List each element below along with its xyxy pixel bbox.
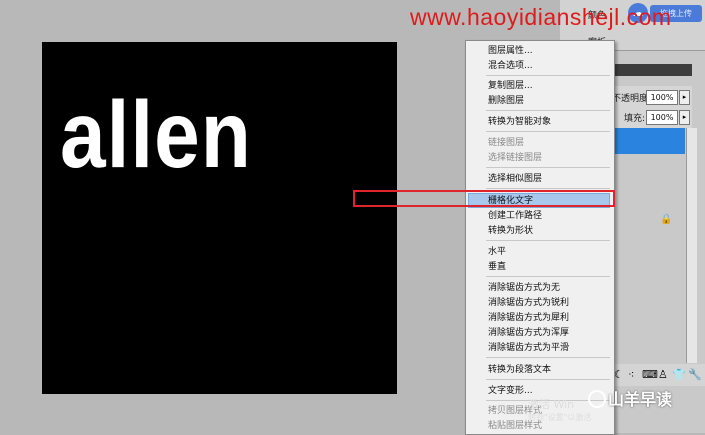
- menu-item-convert-smart-object[interactable]: 转换为智能对象: [488, 115, 551, 129]
- context-menu: 图层属性... 混合选项... 复制图层... 删除图层 转换为智能对象 链接图…: [465, 40, 615, 435]
- menu-item-blending-options[interactable]: 混合选项...: [488, 59, 533, 73]
- menu-separator: [486, 188, 610, 189]
- menu-item-antialias-crisp[interactable]: 消除锯齿方式为犀利: [488, 311, 569, 325]
- menu-item-delete-layer[interactable]: 删除图层: [488, 94, 524, 108]
- menu-item-convert-paragraph-text[interactable]: 转换为段落文本: [488, 363, 551, 377]
- fill-label: 填充:: [624, 114, 646, 124]
- menu-item-warp-text[interactable]: 文字变形...: [488, 384, 533, 398]
- lock-icon: 🔒: [660, 214, 673, 225]
- menu-separator: [486, 357, 610, 358]
- menu-item-antialias-sharp[interactable]: 消除锯齿方式为锐利: [488, 296, 569, 310]
- menu-item-convert-to-shape[interactable]: 转换为形状: [488, 224, 533, 238]
- shirt-icon[interactable]: 👕: [672, 368, 686, 381]
- opacity-arrow-icon[interactable]: ▸: [679, 90, 690, 105]
- dots-icon[interactable]: ⁖: [628, 368, 634, 381]
- menu-separator: [486, 75, 610, 76]
- moon-icon[interactable]: ☾: [614, 368, 624, 381]
- menu-separator: [486, 110, 610, 111]
- menu-item-select-similar-layers[interactable]: 选择相似图层: [488, 172, 542, 186]
- keyboard-icon[interactable]: ⌨: [642, 368, 658, 381]
- layers-scrollbar[interactable]: [686, 128, 697, 363]
- canvas-text-layer: allen: [60, 83, 252, 188]
- menu-item-layer-properties[interactable]: 图层属性...: [488, 44, 533, 58]
- user-icon[interactable]: ♙: [658, 368, 668, 381]
- menu-item-vertical[interactable]: 垂直: [488, 260, 506, 274]
- fill-input[interactable]: 100%: [646, 110, 678, 125]
- menu-item-duplicate-layer[interactable]: 复制图层...: [488, 79, 533, 93]
- menu-separator: [486, 167, 610, 168]
- windows-activation-subtext: 转到"设置"以激活: [528, 413, 592, 422]
- menu-separator: [486, 276, 610, 277]
- wechat-account-badge: 山羊早读: [608, 390, 673, 409]
- menu-separator: [486, 240, 610, 241]
- menu-item-antialias-none[interactable]: 消除锯齿方式为无: [488, 281, 560, 295]
- red-annotation-box: [353, 190, 615, 207]
- menu-item-antialias-smooth[interactable]: 消除锯齿方式为平滑: [488, 341, 569, 355]
- menu-item-horizontal[interactable]: 水平: [488, 245, 506, 259]
- menu-separator: [486, 379, 610, 380]
- menu-item-link-layers: 链接图层: [488, 138, 525, 148]
- windows-activation-text: 激活 Win: [528, 398, 575, 411]
- menu-separator: [486, 131, 610, 132]
- menu-item-create-work-path[interactable]: 创建工作路径: [488, 209, 542, 223]
- fill-arrow-icon[interactable]: ▸: [679, 110, 690, 125]
- menu-item-antialias-strong[interactable]: 消除锯齿方式为浑厚: [488, 326, 569, 340]
- wrench-icon[interactable]: 🔧: [688, 368, 702, 381]
- opacity-input[interactable]: 100%: [646, 90, 678, 105]
- wechat-icon: [588, 390, 606, 408]
- menu-item-select-linked-layers: 选择链接图层: [488, 153, 543, 163]
- site-watermark: www.haoyidianshejl.com: [410, 4, 672, 30]
- layer-icon-bar: ☾ ⁖ ⌨ ♙ 👕 🔧: [600, 364, 705, 386]
